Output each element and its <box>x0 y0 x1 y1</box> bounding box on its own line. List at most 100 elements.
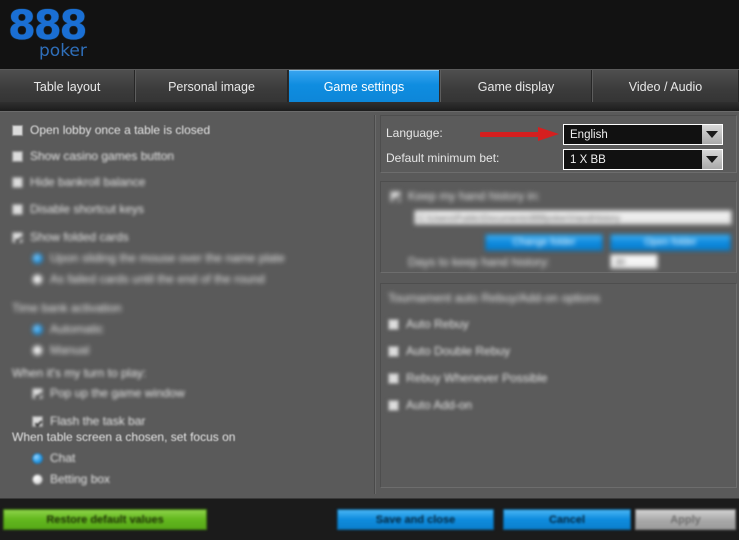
option-flash-task-bar-label: Flash the task bar <box>50 414 146 428</box>
days-to-keep-label-text: Days to keep hand history: <box>408 255 551 269</box>
option-rebuy-whenever-possible-label: Rebuy Whenever Possible <box>406 371 548 385</box>
option-hide-bankroll[interactable]: Hide bankroll balance <box>12 175 145 189</box>
checkbox-auto-add-on[interactable] <box>388 399 399 411</box>
radio-focus-chat-dot[interactable] <box>32 452 43 464</box>
checkbox-auto-rebuy[interactable] <box>388 318 399 330</box>
option-popup-game-window-label: Pop up the game window <box>50 386 185 400</box>
radio-focus-betting-box-label: Betting box <box>50 472 111 486</box>
option-auto-double-rebuy[interactable]: Auto Double Rebuy <box>388 344 510 358</box>
option-keep-hand-history[interactable]: Keep my hand history in: <box>390 189 540 203</box>
open-folder-button[interactable]: Open folder <box>610 234 731 251</box>
tournament-options-group <box>380 283 737 488</box>
radio-focus-betting-box-dot[interactable] <box>32 473 43 485</box>
language-label-text: Language: <box>386 126 443 140</box>
checkbox-casino-games[interactable] <box>12 150 23 162</box>
tab-game-settings[interactable]: Game settings <box>288 70 440 112</box>
radio-focus-chat[interactable]: Chat <box>32 451 75 465</box>
checkbox-show-folded-cards[interactable] <box>12 231 23 243</box>
tab-video-audio[interactable]: Video / Audio <box>592 70 739 103</box>
option-show-folded-cards[interactable]: Show folded cards <box>12 230 129 244</box>
right-options-column: Language: English Default minimum bet: 1… <box>378 111 739 498</box>
apply-button: Apply <box>635 509 736 530</box>
option-disable-shortcuts-label: Disable shortcut keys <box>30 202 145 216</box>
radio-time-bank-automatic-dot[interactable] <box>32 323 43 335</box>
option-casino-games[interactable]: Show casino games button <box>12 149 174 163</box>
option-flash-task-bar[interactable]: Flash the task bar <box>32 414 145 428</box>
option-auto-double-rebuy-label: Auto Double Rebuy <box>406 344 511 358</box>
tab-table-layout[interactable]: Table layout <box>0 70 135 103</box>
arrow-head-icon <box>538 127 559 141</box>
radio-time-bank-manual[interactable]: Manual <box>32 343 89 357</box>
days-to-keep-input[interactable]: 30 <box>610 254 658 269</box>
option-casino-games-label: Show casino games button <box>30 149 175 163</box>
tab-bar: Table layout Personal image Game setting… <box>0 69 739 112</box>
tab-game-display[interactable]: Game display <box>440 70 592 103</box>
language-label: Language: <box>386 126 443 140</box>
option-hide-bankroll-label: Hide bankroll balance <box>30 175 146 189</box>
focus-heading-label: When table screen a chosen, set focus on <box>12 430 236 444</box>
radio-focus-betting-box[interactable]: Betting box <box>32 472 110 486</box>
radio-focus-chat-label: Chat <box>50 451 76 465</box>
my-turn-heading-label: When it's my turn to play: <box>12 366 147 380</box>
cancel-button[interactable]: Cancel <box>503 509 631 530</box>
time-bank-heading-label: Time bank activation <box>12 301 122 315</box>
logo-digits: 888 <box>8 3 87 49</box>
option-open-lobby[interactable]: Open lobby once a table is closed <box>12 123 210 137</box>
restore-defaults-button[interactable]: Restore default values <box>3 509 207 530</box>
settings-dialog: 888 poker Table layout Personal image Ga… <box>0 0 739 540</box>
option-auto-rebuy-label: Auto Rebuy <box>406 317 469 331</box>
radio-folded-until-end-label: As failed cards until the end of the rou… <box>50 272 265 286</box>
min-bet-label-text: Default minimum bet: <box>386 151 500 165</box>
radio-time-bank-automatic[interactable]: Automatic <box>32 322 103 336</box>
radio-folded-hover-dot[interactable] <box>32 252 43 264</box>
option-auto-add-on-label: Auto Add-on <box>406 398 473 412</box>
option-popup-game-window[interactable]: Pop up the game window <box>32 386 185 400</box>
checkbox-disable-shortcuts[interactable] <box>12 203 23 215</box>
radio-folded-hover-label: Upon sliding the mouse over the name pla… <box>50 251 285 265</box>
radio-folded-hover[interactable]: Upon sliding the mouse over the name pla… <box>32 251 285 265</box>
tournament-heading: Tournament auto Rebuy/Add-on options <box>388 291 600 305</box>
days-to-keep-label: Days to keep hand history: <box>408 255 550 269</box>
tab-underline <box>0 102 739 111</box>
radio-time-bank-automatic-label: Automatic <box>50 322 104 336</box>
tournament-heading-label: Tournament auto Rebuy/Add-on options <box>388 291 601 305</box>
change-folder-button[interactable]: Change folder <box>485 234 603 251</box>
chevron-down-icon[interactable] <box>702 125 722 144</box>
column-divider <box>374 115 376 494</box>
radio-time-bank-manual-dot[interactable] <box>32 344 43 356</box>
language-dropdown-value: English <box>570 128 608 141</box>
chevron-down-icon[interactable] <box>702 150 722 169</box>
radio-time-bank-manual-label: Manual <box>50 343 90 357</box>
checkbox-auto-double-rebuy[interactable] <box>388 345 399 357</box>
checkbox-popup-game-window[interactable] <box>32 387 43 399</box>
tab-personal-image[interactable]: Personal image <box>135 70 288 103</box>
radio-folded-until-end[interactable]: As failed cards until the end of the rou… <box>32 272 265 286</box>
option-disable-shortcuts[interactable]: Disable shortcut keys <box>12 202 144 216</box>
dialog-header: 888 poker <box>0 0 739 70</box>
checkbox-flash-task-bar[interactable] <box>32 415 43 427</box>
option-rebuy-whenever-possible[interactable]: Rebuy Whenever Possible <box>388 371 547 385</box>
hand-history-path-input[interactable]: C:\Users\Public\Documents\888poker\HandH… <box>414 210 732 225</box>
option-keep-hand-history-label: Keep my hand history in: <box>408 189 541 203</box>
checkbox-hide-bankroll[interactable] <box>12 176 23 188</box>
min-bet-dropdown-value: 1 X BB <box>570 153 606 166</box>
option-show-folded-cards-label: Show folded cards <box>30 230 129 244</box>
checkbox-rebuy-whenever-possible[interactable] <box>388 372 399 384</box>
option-auto-add-on[interactable]: Auto Add-on <box>388 398 472 412</box>
logo-wordmark: poker <box>39 41 87 61</box>
save-and-close-button[interactable]: Save and close <box>337 509 494 530</box>
option-auto-rebuy[interactable]: Auto Rebuy <box>388 317 469 331</box>
my-turn-heading: When it's my turn to play: <box>12 366 146 380</box>
checkbox-keep-hand-history[interactable] <box>390 190 401 202</box>
days-to-keep-value: 30 <box>615 256 626 267</box>
time-bank-heading: Time bank activation <box>12 301 122 315</box>
language-dropdown[interactable]: English <box>563 124 723 145</box>
min-bet-dropdown[interactable]: 1 X BB <box>563 149 723 170</box>
min-bet-label: Default minimum bet: <box>386 151 499 165</box>
888poker-logo: 888 poker <box>8 6 94 66</box>
focus-heading: When table screen a chosen, set focus on <box>12 430 235 444</box>
left-options-column: Open lobby once a table is closed Show c… <box>0 111 374 498</box>
arrow-shaft <box>480 132 543 137</box>
checkbox-open-lobby[interactable] <box>12 124 23 136</box>
radio-folded-until-end-dot[interactable] <box>32 273 43 285</box>
